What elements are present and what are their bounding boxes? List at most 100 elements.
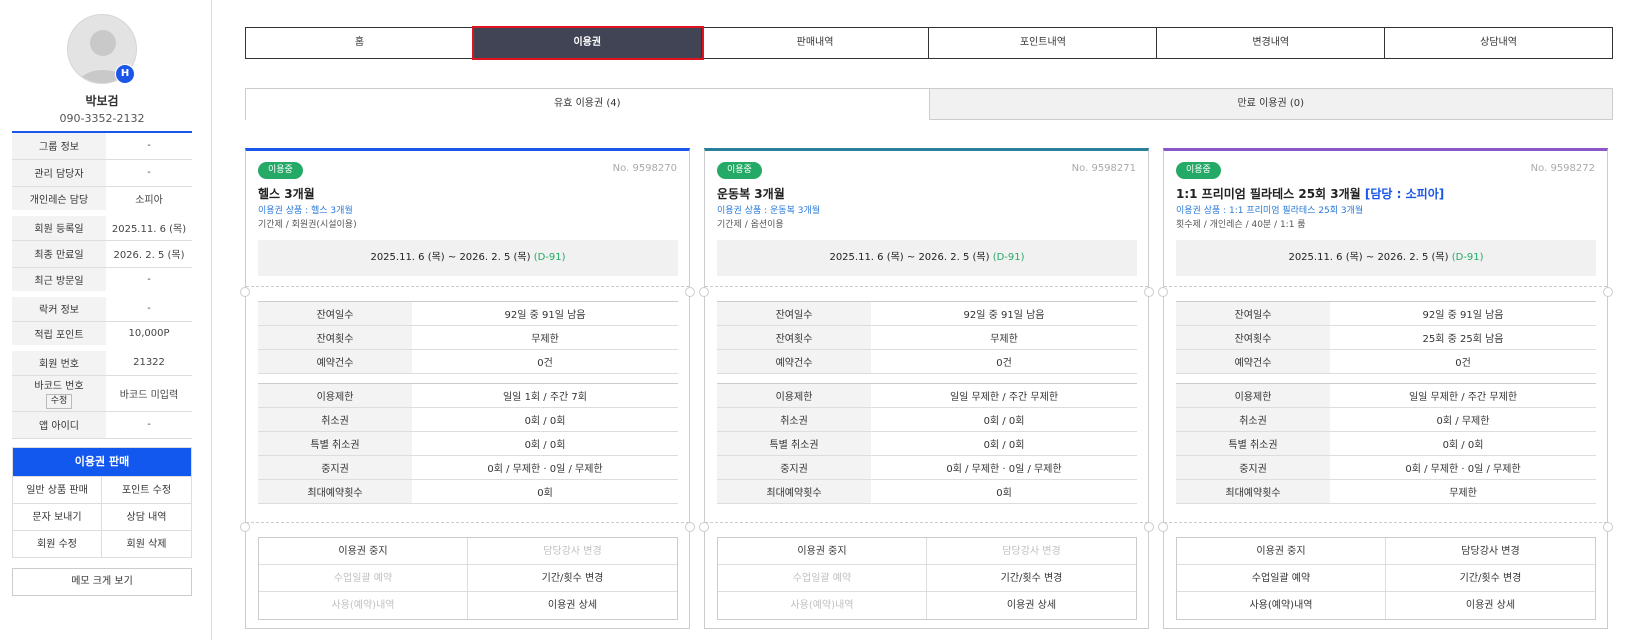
usage-value: 92일 중 91일 남음: [871, 301, 1137, 326]
usage-row: 예약건수 0건: [258, 349, 678, 374]
pause-ticket-button[interactable]: 이용권 중지: [259, 538, 468, 565]
dday-badge: (D-91): [533, 252, 566, 263]
tab-sales-history[interactable]: 판매내역: [702, 28, 930, 58]
card-notch: [1158, 287, 1168, 297]
info-row: 최종 만료일 2026. 2. 5 (목): [12, 240, 192, 268]
limit-value: 0회 / 0회: [871, 407, 1137, 432]
ticket-period: 2025.11. 6 (목) ~ 2026. 2. 5 (목) (D-91): [1176, 240, 1596, 276]
dashed-divider: [246, 522, 689, 523]
ticket-title-text: 운동복 3개월: [717, 187, 785, 201]
limit-label: 취소권: [258, 407, 412, 432]
subtab-valid-tickets[interactable]: 유효 이용권 (4): [245, 88, 930, 120]
change-period-button[interactable]: 기간/횟수 변경: [927, 565, 1136, 592]
tab-consult-history[interactable]: 상담내역: [1385, 28, 1612, 58]
memo-expand-button[interactable]: 메모 크게 보기: [12, 567, 192, 596]
card-notch: [1144, 287, 1154, 297]
change-period-button[interactable]: 기간/횟수 변경: [468, 565, 677, 592]
ticket-detail-button[interactable]: 이용권 상세: [1386, 592, 1595, 619]
point-edit-button[interactable]: 포인트 수정: [102, 475, 191, 503]
card-notch: [1603, 287, 1613, 297]
ticket-action-grid: 이용권 중지 담당강사 변경 수업일괄 예약 기간/횟수 변경 사용(예약)내역 이용권 …: [1176, 537, 1596, 620]
dashed-divider: [1164, 286, 1607, 287]
usage-label: 잔여횟수: [717, 325, 871, 350]
limit-row: 취소권 0회 / 0회: [258, 407, 678, 432]
ticket-title: 운동복 3개월: [717, 185, 785, 202]
member-edit-button[interactable]: 회원 수정: [13, 529, 102, 557]
change-instructor-button[interactable]: 담당강사 변경: [1386, 538, 1595, 565]
consult-history-button[interactable]: 상담 내역: [102, 502, 191, 530]
ticket-sale-button[interactable]: 이용권 판매: [13, 447, 191, 476]
general-product-sale-button[interactable]: 일반 상품 판매: [13, 475, 102, 503]
card-notch: [1144, 522, 1154, 532]
info-value: 2026. 2. 5 (목): [106, 240, 192, 268]
limit-row: 취소권 0회 / 무제한: [1176, 407, 1596, 432]
tab-point-history[interactable]: 포인트내역: [929, 28, 1158, 58]
status-badge: 이용중: [1176, 162, 1221, 179]
card-notch: [685, 522, 695, 532]
change-period-button[interactable]: 기간/횟수 변경: [1386, 565, 1595, 592]
tab-change-history[interactable]: 변경내역: [1157, 28, 1386, 58]
card-notch: [1603, 522, 1613, 532]
member-delete-button[interactable]: 회원 삭제: [102, 529, 191, 557]
limits-table: 이용제한 일일 무제한 / 주간 무제한 취소권 0회 / 무제한 특별 취소권 0회 /…: [1176, 383, 1596, 504]
usage-row: 잔여횟수 무제한: [717, 325, 1137, 350]
ticket-product: 이용권 상품 : 1:1 프리미엄 필라테스 25회 3개월: [1176, 206, 1364, 216]
ticket-title: 헬스 3개월: [258, 185, 315, 202]
dday-badge: (D-91): [992, 252, 1025, 263]
card-notch: [699, 287, 709, 297]
limit-label: 특별 취소권: [717, 431, 871, 456]
barcode-label: 바코드 번호: [34, 381, 84, 392]
limit-row: 이용제한 일일 무제한 / 주간 무제한: [1176, 383, 1596, 408]
limit-row: 특별 취소권 0회 / 0회: [1176, 431, 1596, 456]
info-label: 바코드 번호수정: [12, 375, 106, 412]
limit-row: 이용제한 일일 무제한 / 주간 무제한: [717, 383, 1137, 408]
limit-label: 특별 취소권: [1176, 431, 1330, 456]
ticket-detail-button[interactable]: 이용권 상세: [468, 592, 677, 619]
ticket-number: No. 9598270: [612, 163, 677, 174]
bulk-reserve-button[interactable]: 수업일괄 예약: [1177, 565, 1386, 592]
ticket-action-grid: 이용권 중지 담당강사 변경 수업일괄 예약 기간/횟수 변경 사용(예약)내역 이용권 …: [258, 537, 678, 620]
card-notch: [240, 287, 250, 297]
bulk-reserve-button: 수업일괄 예약: [718, 565, 927, 592]
pause-ticket-button[interactable]: 이용권 중지: [1177, 538, 1386, 565]
usage-value: 92일 중 91일 남음: [412, 301, 678, 326]
ticket-detail-button[interactable]: 이용권 상세: [927, 592, 1136, 619]
tab-tickets[interactable]: 이용권: [471, 26, 704, 60]
ticket-type: 기간제 / 회원권(시설이용): [258, 220, 357, 230]
info-label: 최종 만료일: [12, 240, 106, 268]
usage-label: 잔여횟수: [1176, 325, 1330, 350]
info-value: -: [106, 291, 192, 322]
barcode-edit-button[interactable]: 수정: [45, 394, 73, 409]
limit-value: 0회 / 무제한 · 0일 / 무제한: [1330, 455, 1596, 480]
card-notch: [240, 522, 250, 532]
usage-history-button[interactable]: 사용(예약)내역: [1177, 592, 1386, 619]
limit-value: 0회 / 무제한 · 0일 / 무제한: [871, 455, 1137, 480]
limit-row: 특별 취소권 0회 / 0회: [717, 431, 1137, 456]
info-label: 개인레슨 담당: [12, 186, 106, 214]
ticket-product: 이용권 상품 : 헬스 3개월: [258, 206, 353, 216]
send-sms-button[interactable]: 문자 보내기: [13, 502, 102, 530]
usage-value: 무제한: [412, 325, 678, 350]
info-row: 관리 담당자 -: [12, 159, 192, 187]
pause-ticket-button[interactable]: 이용권 중지: [718, 538, 927, 565]
limit-label: 특별 취소권: [258, 431, 412, 456]
change-instructor-button: 담당강사 변경: [927, 538, 1136, 565]
limit-row: 최대예약횟수 무제한: [1176, 479, 1596, 504]
limit-value: 0회 / 0회: [871, 431, 1137, 456]
usage-value: 0건: [1330, 349, 1596, 374]
usage-value: 0건: [871, 349, 1137, 374]
limit-value: 무제한: [1330, 479, 1596, 504]
info-label: 회원 번호: [12, 345, 106, 376]
usage-value: 0건: [412, 349, 678, 374]
subtab-expired-tickets[interactable]: 만료 이용권 (0): [929, 88, 1613, 120]
limit-label: 최대예약횟수: [258, 479, 412, 504]
change-instructor-button: 담당강사 변경: [468, 538, 677, 565]
limits-table: 이용제한 일일 1회 / 주간 7회 취소권 0회 / 0회 특별 취소권 0회 / 0회…: [258, 383, 678, 504]
usage-label: 예약건수: [258, 349, 412, 374]
info-row: 최근 방문일 -: [12, 267, 192, 295]
ticket-type: 기간제 / 옵션이용: [717, 220, 784, 230]
ticket-card: 이용중 No. 9598271 운동복 3개월 이용권 상품 : 운동복 3개월 기간…: [699, 148, 1154, 629]
usage-history-button: 사용(예약)내역: [259, 592, 468, 619]
tab-home[interactable]: 홈: [246, 28, 474, 58]
info-row: 회원 등록일 2025.11. 6 (목): [12, 210, 192, 241]
